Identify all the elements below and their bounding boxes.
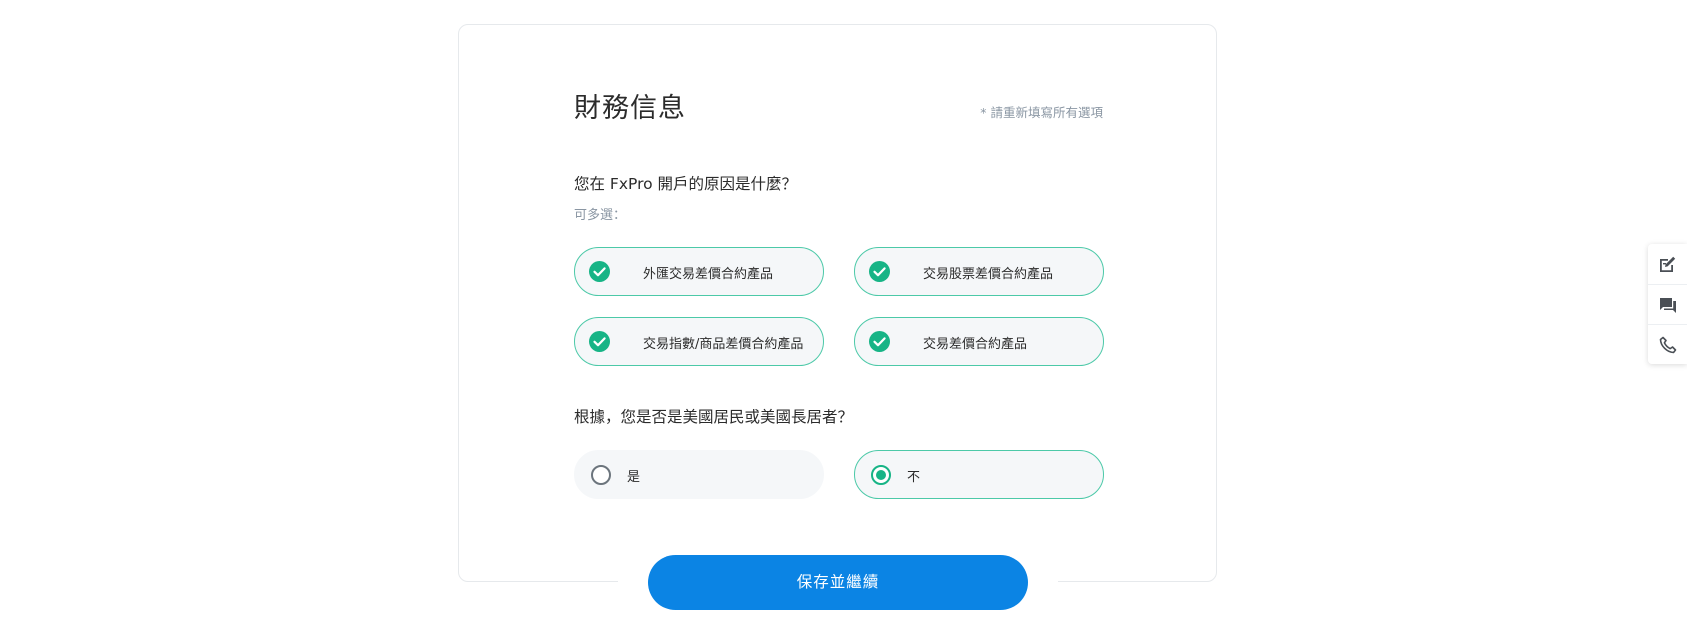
save-continue-button[interactable]: 保存並繼續 (648, 555, 1028, 610)
financial-info-card (458, 24, 1217, 582)
radio-label: 是 (627, 470, 641, 485)
option-label: 交易股票差價合約產品 (923, 267, 1054, 282)
page-title: 財務信息 (574, 93, 686, 124)
question-reason-label: 您在 FxPro 開戶的原因是什麼？ (574, 175, 798, 193)
option-index-commodity-cfd[interactable]: 交易指數/商品差價合約產品 (574, 317, 824, 366)
required-note: * 請重新填寫所有選項 (980, 105, 1103, 120)
radio-option-yes[interactable]: 是 (574, 450, 824, 499)
side-contact-widget (1648, 244, 1687, 364)
option-forex-cfd[interactable]: 外匯交易差價合約產品 (574, 247, 824, 296)
option-stock-cfd[interactable]: 交易股票差價合約產品 (854, 247, 1104, 296)
option-label: 交易差價合約產品 (923, 337, 1028, 352)
check-icon (589, 331, 610, 352)
check-icon (589, 261, 610, 282)
radio-option-no[interactable]: 不 (854, 450, 1104, 499)
phone-button[interactable] (1648, 324, 1687, 364)
option-label: 交易指數/商品差價合約產品 (643, 337, 804, 352)
check-icon (869, 331, 890, 352)
chat-icon (1660, 298, 1676, 313)
chat-button[interactable] (1648, 284, 1687, 324)
question-us-resident-label: 根據，您是否是美國居民或美國長居者？ (574, 408, 854, 426)
phone-icon (1659, 336, 1677, 354)
multi-select-hint: 可多選： (574, 208, 627, 223)
radio-button[interactable] (871, 465, 891, 485)
check-icon (869, 261, 890, 282)
option-label: 外匯交易差價合約產品 (643, 267, 774, 282)
radio-button[interactable] (591, 465, 611, 485)
feedback-button[interactable] (1648, 244, 1687, 284)
option-cfd[interactable]: 交易差價合約產品 (854, 317, 1104, 366)
radio-label: 不 (907, 470, 921, 485)
edit-note-icon (1660, 256, 1676, 272)
